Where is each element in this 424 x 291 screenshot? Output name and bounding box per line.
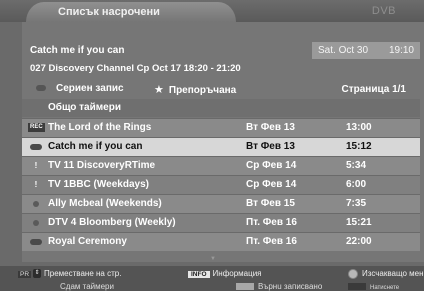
- warning-icon: !: [34, 161, 38, 170]
- circle-icon: [28, 214, 44, 232]
- delete-label: Изсчакващо меню: [362, 269, 424, 279]
- timer-time: 7:35: [346, 198, 367, 209]
- selected-program-title: Catch me if you can: [30, 45, 125, 56]
- pr-key: PR: [18, 271, 32, 278]
- footer-menu-hint: Изсчакващо меню: [348, 269, 424, 279]
- timer-time: 22:00: [346, 236, 372, 247]
- all-timers-header[interactable]: Общо таймери: [22, 99, 420, 117]
- timer-row[interactable]: ! TV 1BBC (Weekdays) Ср Фев 14 6:00: [22, 175, 420, 194]
- footer-info-hint: INFO Информация: [188, 269, 262, 278]
- updown-icon: ⇕: [33, 269, 42, 279]
- warning-icon: !: [34, 180, 38, 189]
- timer-row[interactable]: ! TV 11 DiscoveryRTime Ср Фев 14 5:34: [22, 156, 420, 175]
- timer-time: 15:12: [346, 141, 372, 152]
- current-time: 19:10: [388, 45, 414, 56]
- timer-name: TV 1BBC (Weekdays): [48, 179, 149, 190]
- page-title: Списък насрочени: [58, 6, 160, 18]
- page-indicator: Страница 1/1: [341, 84, 407, 95]
- green-button-icon: [348, 269, 358, 279]
- timer-time: 6:00: [346, 179, 367, 190]
- series-icon: [28, 138, 44, 156]
- info-key: INFO: [188, 271, 210, 278]
- timer-name: TV 11 DiscoveryRTime: [48, 160, 156, 171]
- dvb-logo: DVB: [371, 5, 396, 17]
- timer-name: Royal Ceremony: [48, 236, 127, 247]
- timer-row-selected[interactable]: Catch me if you can Вт Фев 13 15:12: [22, 137, 420, 156]
- clock-box: Sat. Oct 30 19:10: [312, 42, 420, 59]
- legend-series-label: Сериен запис: [56, 83, 124, 94]
- extra-label: Натиснете: [370, 285, 400, 291]
- rec-icon: REC: [28, 123, 45, 133]
- legend-recommended-label: Препоръчана: [168, 85, 237, 96]
- timer-list: REC The Lord of the Rings Вт Фев 13 13:0…: [22, 118, 420, 251]
- scroll-down-icon[interactable]: ▼: [210, 256, 216, 262]
- timer-row[interactable]: Royal Ceremony Пт. Фев 16 22:00: [22, 232, 420, 251]
- move-label: Преместване на стр.: [44, 269, 122, 278]
- timer-name: The Lord of the Rings: [48, 122, 152, 133]
- program-channel-line: 027 Discovery Channel Cp Oct 17 18:20 - …: [30, 63, 241, 74]
- timer-row[interactable]: REC The Lord of the Rings Вт Фев 13 13:0…: [22, 118, 420, 137]
- footer-all-timers: Сдам таймери: [60, 282, 114, 291]
- series-record-icon: [36, 85, 46, 92]
- circle-icon: [28, 195, 44, 213]
- timer-name: Catch me if you can: [48, 141, 143, 152]
- series-icon: [28, 233, 44, 251]
- timer-name: DTV 4 Bloomberg (Weekly): [48, 217, 176, 228]
- timer-date: Ср Фев 14: [246, 179, 297, 190]
- timer-name: Ally Mcbeal (Weekends): [48, 198, 162, 209]
- blue-button-icon: [348, 283, 366, 291]
- footer-bar: PR ⇕ Преместване на стр. INFO Информация Из…: [0, 266, 424, 291]
- timer-date: Вт Фев 15: [246, 198, 295, 209]
- timer-row[interactable]: DTV 4 Bloomberg (Weekly) Пт. Фев 16 15:2…: [22, 213, 420, 232]
- footer-extra: Натиснете: [348, 282, 399, 291]
- current-date: Sat. Oct 30: [318, 45, 369, 56]
- timer-time: 13:00: [346, 122, 372, 133]
- all-timers-btn-label: Сдам таймери: [60, 282, 114, 291]
- timer-date: Вт Фев 13: [246, 141, 295, 152]
- all-timers-label: Общо таймери: [48, 102, 121, 113]
- footer-back: Върнu записвано: [236, 282, 322, 291]
- timer-date: Пт. Фев 16: [246, 236, 297, 247]
- timer-date: Ср Фев 14: [246, 160, 297, 171]
- footer-move-hint: PR ⇕ Преместване на стр.: [18, 269, 122, 279]
- star-icon: ★: [154, 84, 164, 96]
- info-label: Информация: [212, 269, 262, 278]
- timer-date: Вт Фев 13: [246, 122, 295, 133]
- back-label: Върнu записвано: [258, 282, 323, 291]
- legend-recommended: ★ Препоръчана: [154, 83, 236, 96]
- timer-date: Пт. Фев 16: [246, 217, 297, 228]
- legend-series: Сериен запис: [36, 83, 124, 94]
- timer-time: 5:34: [346, 160, 367, 171]
- timer-time: 15:21: [346, 217, 372, 228]
- timer-row[interactable]: Ally Mcbeal (Weekends) Вт Фев 15 7:35: [22, 194, 420, 213]
- yellow-button-icon: [236, 283, 254, 291]
